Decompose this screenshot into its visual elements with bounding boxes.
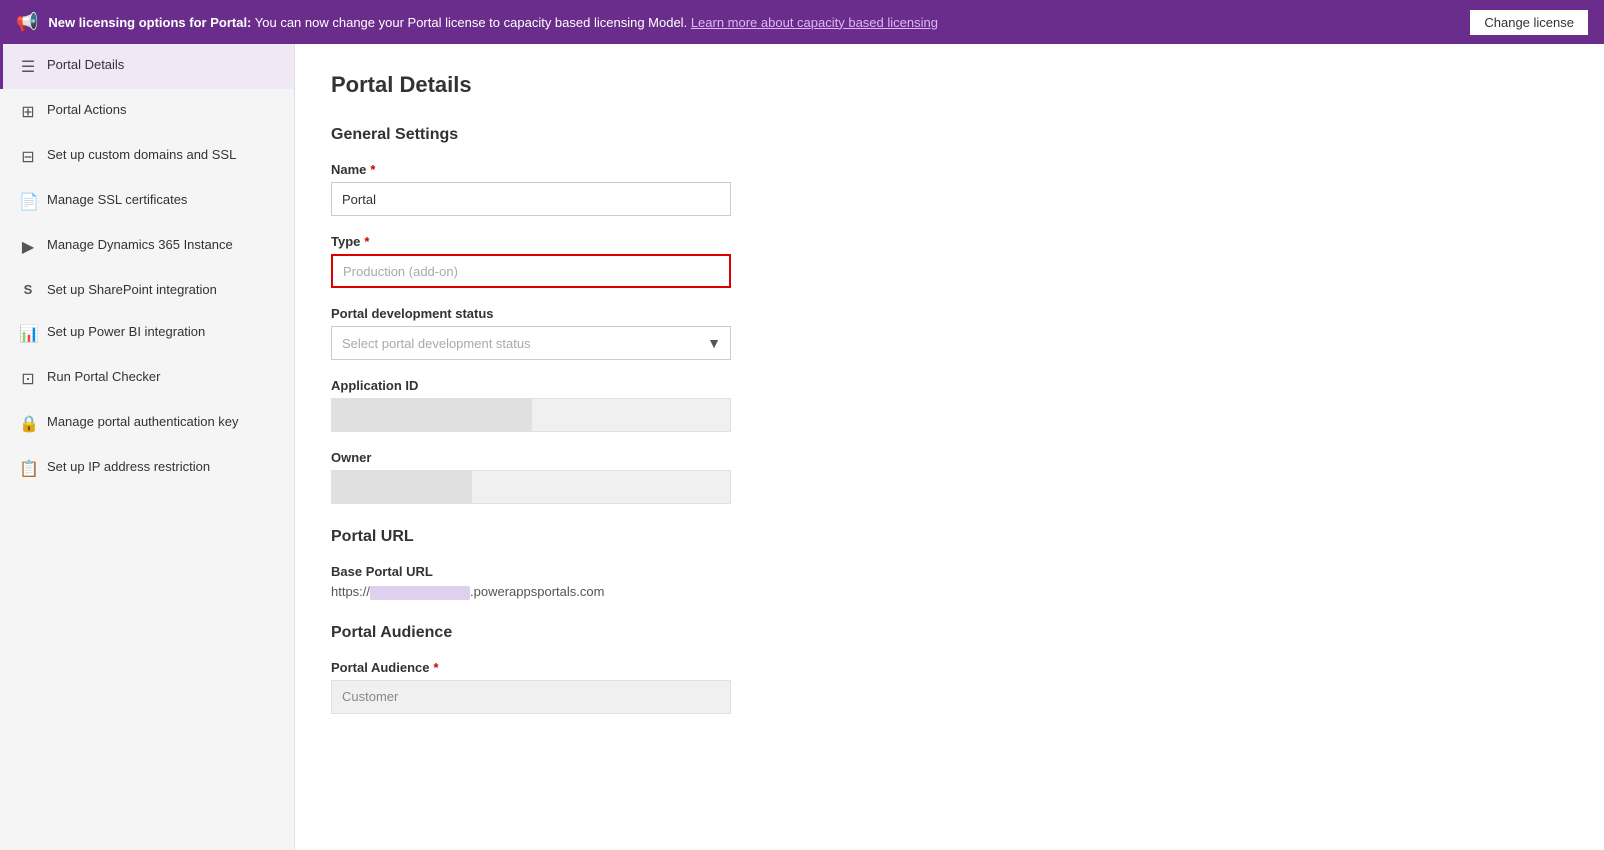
checker-icon: ⊡ <box>19 369 37 389</box>
app-id-readonly <box>331 398 731 432</box>
portal-url-heading: Portal URL <box>331 528 1568 546</box>
base-url-field-group: Base Portal URL https://.powerappsportal… <box>331 564 1568 600</box>
base-url-label: Base Portal URL <box>331 564 1568 579</box>
main-content: Portal Details General Settings Name * T… <box>295 44 1604 850</box>
sidebar-item-label: Manage SSL certificates <box>47 191 187 209</box>
name-field-group: Name * <box>331 162 1568 216</box>
play-icon: ▶ <box>19 237 37 257</box>
change-license-button[interactable]: Change license <box>1470 10 1588 35</box>
owner-field-group: Owner <box>331 450 1568 504</box>
learn-more-link[interactable]: Learn more about capacity based licensin… <box>691 15 938 30</box>
sidebar-item-custom-domains[interactable]: ⊟ Set up custom domains and SSL <box>0 134 294 179</box>
general-settings-section: General Settings Name * Type * Portal d <box>331 126 1568 504</box>
sidebar-item-power-bi[interactable]: 📊 Set up Power BI integration <box>0 311 294 356</box>
app-id-label: Application ID <box>331 378 1568 393</box>
portal-audience-heading: Portal Audience <box>331 624 1568 642</box>
sidebar-item-label: Portal Actions <box>47 101 127 119</box>
sidebar-item-auth-key[interactable]: 🔒 Manage portal authentication key <box>0 401 294 446</box>
sidebar-item-label: Set up IP address restriction <box>47 458 210 476</box>
audience-label: Portal Audience * <box>331 660 1568 675</box>
sidebar-item-label: Set up Power BI integration <box>47 323 205 341</box>
sidebar-item-ip-restriction[interactable]: 📋 Set up IP address restriction <box>0 446 294 491</box>
type-field-group: Type * <box>331 234 1568 288</box>
type-required: * <box>364 234 369 249</box>
general-settings-heading: General Settings <box>331 126 1568 144</box>
owner-label: Owner <box>331 450 1568 465</box>
dev-status-select-wrapper: Select portal development status ▼ <box>331 326 731 360</box>
audience-readonly: Customer <box>331 680 731 714</box>
app-id-field-group: Application ID <box>331 378 1568 432</box>
notification-banner: 📢 New licensing options for Portal: You … <box>0 0 1604 44</box>
dev-status-field-group: Portal development status Select portal … <box>331 306 1568 360</box>
chart-icon: 📊 <box>19 324 37 344</box>
page-title: Portal Details <box>331 72 1568 98</box>
banner-message: New licensing options for Portal: You ca… <box>48 15 1460 30</box>
dev-status-label: Portal development status <box>331 306 1568 321</box>
sidebar-item-label: Portal Details <box>47 56 124 74</box>
sharepoint-icon: S <box>19 282 37 297</box>
domain-icon: ⊟ <box>19 147 37 167</box>
sidebar-item-portal-details[interactable]: ☰ Portal Details <box>0 44 294 89</box>
base-url-value: https://.powerappsportals.com <box>331 584 1568 600</box>
portal-audience-section: Portal Audience Portal Audience * Custom… <box>331 624 1568 714</box>
type-label: Type * <box>331 234 1568 249</box>
name-required: * <box>370 162 375 177</box>
sidebar-item-label: Run Portal Checker <box>47 368 160 386</box>
sidebar-item-label: Set up SharePoint integration <box>47 281 217 299</box>
restriction-icon: 📋 <box>19 459 37 479</box>
sidebar-item-portal-actions[interactable]: ⊞ Portal Actions <box>0 89 294 134</box>
sidebar-item-portal-checker[interactable]: ⊡ Run Portal Checker <box>0 356 294 401</box>
sidebar-item-label: Set up custom domains and SSL <box>47 146 236 164</box>
dev-status-select[interactable]: Select portal development status <box>331 326 731 360</box>
main-layout: ☰ Portal Details ⊞ Portal Actions ⊟ Set … <box>0 44 1604 850</box>
lock-icon: 🔒 <box>19 414 37 434</box>
certificate-icon: 📄 <box>19 192 37 212</box>
sidebar-item-sharepoint[interactable]: S Set up SharePoint integration <box>0 269 294 311</box>
owner-readonly <box>331 470 731 504</box>
name-label: Name * <box>331 162 1568 177</box>
name-input[interactable] <box>331 182 731 216</box>
announcement-icon: 📢 <box>16 12 38 33</box>
document-icon: ☰ <box>19 57 37 77</box>
audience-field-group: Portal Audience * Customer <box>331 660 1568 714</box>
sidebar-item-label: Manage portal authentication key <box>47 413 239 431</box>
sidebar: ☰ Portal Details ⊞ Portal Actions ⊟ Set … <box>0 44 295 850</box>
type-input[interactable] <box>331 254 731 288</box>
portal-url-section: Portal URL Base Portal URL https://.powe… <box>331 528 1568 600</box>
url-redacted-block <box>370 586 470 600</box>
grid-icon: ⊞ <box>19 102 37 122</box>
sidebar-item-dynamics-instance[interactable]: ▶ Manage Dynamics 365 Instance <box>0 224 294 269</box>
sidebar-item-ssl-certificates[interactable]: 📄 Manage SSL certificates <box>0 179 294 224</box>
sidebar-item-label: Manage Dynamics 365 Instance <box>47 236 233 254</box>
audience-required: * <box>433 660 438 675</box>
